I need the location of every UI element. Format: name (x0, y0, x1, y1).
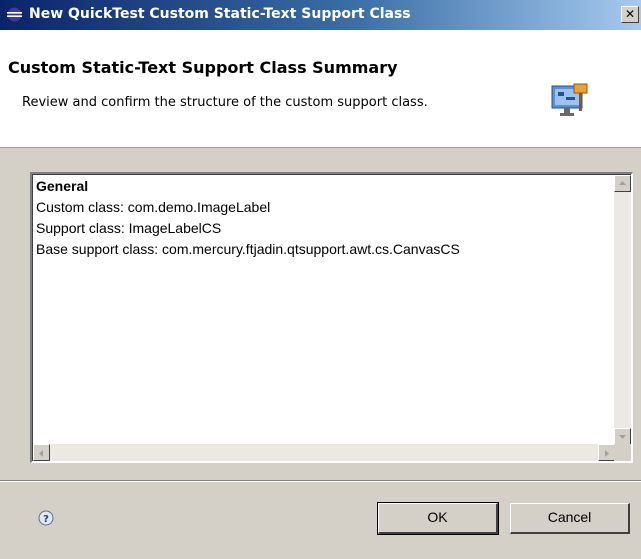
summary-line-custom-class: Custom class: com.demo.ImageLabel (36, 199, 271, 215)
cancel-button[interactable]: Cancel (510, 503, 630, 534)
title-bar[interactable]: New QuickTest Custom Static-Text Support… (0, 0, 641, 30)
scrollbar-corner (614, 444, 631, 461)
ok-button[interactable]: OK (377, 502, 499, 535)
dialog-window: New QuickTest Custom Static-Text Support… (0, 0, 641, 559)
summary-line-support-class: Support class: ImageLabelCS (36, 220, 222, 236)
arrow-down-icon (619, 435, 626, 439)
arrow-left-icon (39, 450, 43, 457)
scroll-up-button[interactable] (614, 175, 631, 192)
close-button[interactable]: ✕ (621, 6, 639, 23)
summary-content: General Custom class: com.demo.ImageLabe… (36, 176, 596, 260)
scroll-right-button[interactable] (598, 444, 615, 461)
page-title: Custom Static-Text Support Class Summary (8, 58, 398, 77)
scroll-left-button[interactable] (33, 444, 50, 461)
arrow-up-icon (619, 181, 626, 185)
page-description: Review and confirm the structure of the … (22, 95, 428, 110)
horizontal-scrollbar[interactable] (33, 444, 615, 461)
arrow-right-icon (605, 450, 609, 457)
window-title: New QuickTest Custom Static-Text Support… (29, 6, 411, 22)
wizard-header: Custom Static-Text Support Class Summary… (0, 30, 641, 148)
eclipse-icon (6, 6, 23, 23)
wizard-banner-icon (551, 83, 588, 116)
footer-separator (0, 480, 641, 482)
close-icon: ✕ (624, 7, 636, 21)
scroll-down-button[interactable] (614, 428, 631, 445)
vertical-scrollbar[interactable] (614, 175, 631, 445)
summary-heading: General (36, 178, 89, 194)
summary-text-area[interactable]: General Custom class: com.demo.ImageLabe… (30, 172, 633, 463)
help-icon[interactable]: ? (38, 510, 54, 526)
svg-text:?: ? (43, 514, 49, 525)
summary-line-base-support-class: Base support class: com.mercury.ftjadin.… (36, 241, 460, 257)
